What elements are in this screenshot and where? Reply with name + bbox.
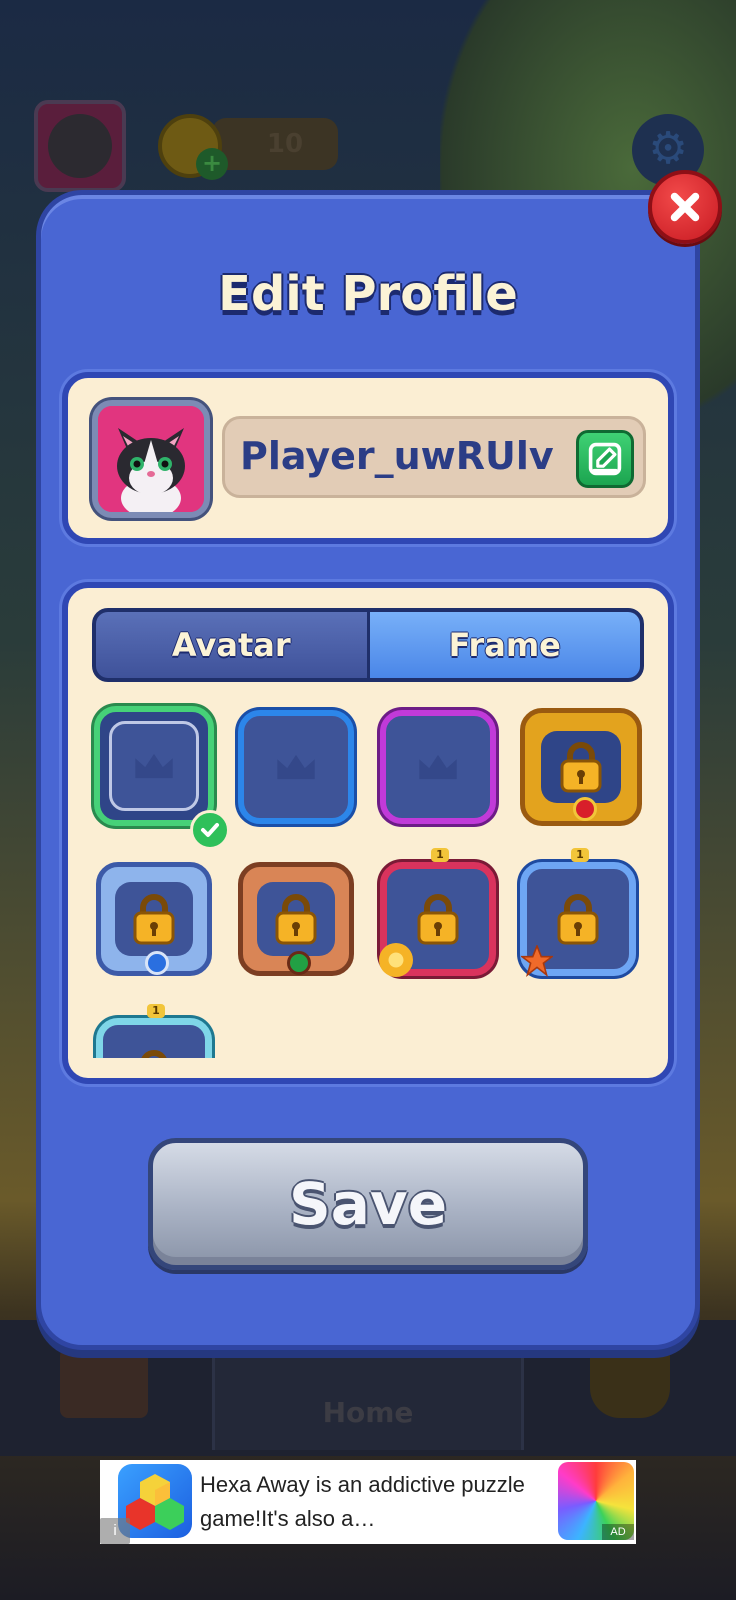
cat-avatar-icon xyxy=(48,114,112,178)
frame-level-tag: 1 xyxy=(147,1004,165,1018)
coin-counter: 10 xyxy=(212,118,338,170)
cat-avatar-icon xyxy=(98,406,204,512)
ad-text[interactable]: Hexa Away is an addictive puzzle game!It… xyxy=(200,1468,540,1536)
close-button[interactable] xyxy=(648,170,722,244)
lock-icon xyxy=(133,894,175,945)
edit-name-button[interactable] xyxy=(576,430,634,488)
frame-item-gold-crown[interactable] xyxy=(520,708,642,826)
frame-item-green[interactable] xyxy=(94,706,214,826)
frame-preview xyxy=(115,882,193,956)
frame-preview xyxy=(257,882,335,956)
flower-icon xyxy=(379,943,413,977)
crown-placeholder-icon xyxy=(419,754,457,780)
nav-home-label: Home xyxy=(322,1396,414,1429)
frame-item-silver-crown[interactable] xyxy=(96,862,212,976)
trophy-icon xyxy=(590,1346,670,1418)
tab-frame[interactable]: Frame xyxy=(369,612,640,678)
lock-icon xyxy=(417,894,459,945)
shop-icon xyxy=(60,1348,148,1418)
info-icon[interactable]: i xyxy=(100,1518,130,1544)
frame-item-bronze[interactable] xyxy=(238,862,354,976)
selected-check-icon xyxy=(190,810,230,850)
profile-avatar-button xyxy=(34,100,126,192)
frame-item-blue-starfish[interactable] xyxy=(520,862,636,977)
pencil-icon xyxy=(588,442,622,476)
frame-preview xyxy=(109,721,199,811)
ruby-gem-icon xyxy=(573,797,597,821)
save-button[interactable]: Save xyxy=(148,1138,588,1270)
crown-placeholder-icon xyxy=(135,753,173,779)
frame-item-teal[interactable] xyxy=(96,1018,212,1058)
lock-icon xyxy=(141,1050,167,1058)
sapphire-gem-icon xyxy=(145,951,169,975)
frame-level-tag: 1 xyxy=(431,848,449,862)
save-label: Save xyxy=(288,1170,448,1238)
frame-item-blue[interactable] xyxy=(238,710,354,824)
lock-icon xyxy=(557,894,599,945)
crown-placeholder-icon xyxy=(277,754,315,780)
add-coins-icon: + xyxy=(196,148,228,180)
tab-bar: Avatar Frame xyxy=(92,608,644,682)
close-icon xyxy=(670,192,700,222)
dialog-title: Edit Profile xyxy=(218,266,518,322)
tab-avatar[interactable]: Avatar xyxy=(96,612,367,678)
current-avatar[interactable] xyxy=(92,400,210,518)
frame-level-tag: 1 xyxy=(571,848,589,862)
frame-preview xyxy=(541,731,621,803)
starfish-icon xyxy=(521,945,553,977)
player-name: Player_uwRUlv xyxy=(240,434,554,478)
lock-icon xyxy=(560,742,602,793)
emerald-gem-icon xyxy=(287,951,311,975)
frame-grid: 1 1 1 xyxy=(68,700,668,1058)
ad-tag: AD xyxy=(602,1524,634,1540)
lock-icon xyxy=(275,894,317,945)
frame-item-red-flower[interactable] xyxy=(379,862,496,977)
frame-item-purple[interactable] xyxy=(380,710,496,824)
